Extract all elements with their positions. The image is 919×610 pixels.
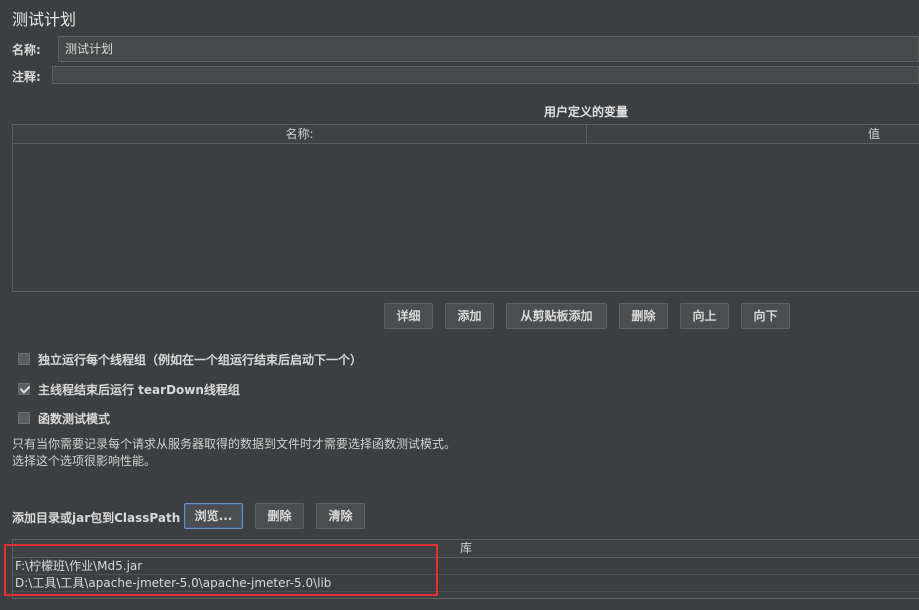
checkbox-checked-icon[interactable] xyxy=(18,383,30,395)
functional-mode-note-line1: 只有当你需要记录每个请求从服务器取得的数据到文件时才需要选择函数测试模式。 xyxy=(12,437,457,451)
delete-var-button[interactable]: 删除 xyxy=(619,303,668,329)
option-label: 主线程结束后运行 tearDown线程组 xyxy=(38,382,240,397)
add-button[interactable]: 添加 xyxy=(445,303,494,329)
user-vars-title: 用户定义的变量 xyxy=(543,105,628,119)
checkbox-icon[interactable] xyxy=(18,353,30,365)
classpath-clear-button[interactable]: 清除 xyxy=(316,503,365,529)
option-teardown-on-shutdown[interactable]: 主线程结束后运行 tearDown线程组 xyxy=(18,380,240,398)
user-vars-table[interactable]: 名称: 值 xyxy=(12,124,919,292)
comment-label: 注释: xyxy=(12,70,41,84)
column-header-name[interactable]: 名称: xyxy=(13,125,586,143)
user-vars-header: 名称: 值 xyxy=(13,125,919,144)
option-label: 函数测试模式 xyxy=(38,411,111,426)
classpath-delete-button[interactable]: 删除 xyxy=(255,503,304,529)
add-from-clipboard-button[interactable]: 从剪贴板添加 xyxy=(506,303,607,329)
classpath-label: 添加目录或jar包到ClassPath xyxy=(12,511,181,525)
annotation-highlight-box xyxy=(4,544,438,596)
browse-button[interactable]: 浏览... xyxy=(184,503,243,529)
functional-mode-note-line2: 选择这个选项很影响性能。 xyxy=(12,454,157,468)
move-up-button[interactable]: 向上 xyxy=(680,303,729,329)
option-label: 独立运行每个线程组（例如在一个组运行结束后启动下一个） xyxy=(38,352,363,367)
page-title: 测试计划 xyxy=(12,10,77,29)
move-down-button[interactable]: 向下 xyxy=(741,303,790,329)
comment-input[interactable] xyxy=(52,66,919,84)
option-serialize-threadgroups[interactable]: 独立运行每个线程组（例如在一个组运行结束后启动下一个） xyxy=(18,350,362,368)
option-functional-mode[interactable]: 函数测试模式 xyxy=(18,409,110,427)
detail-button[interactable]: 详细 xyxy=(384,303,433,329)
name-input[interactable]: 测试计划 xyxy=(58,36,919,62)
checkbox-icon[interactable] xyxy=(18,412,30,424)
column-header-value[interactable]: 值 xyxy=(587,125,919,143)
name-label: 名称: xyxy=(12,43,41,57)
